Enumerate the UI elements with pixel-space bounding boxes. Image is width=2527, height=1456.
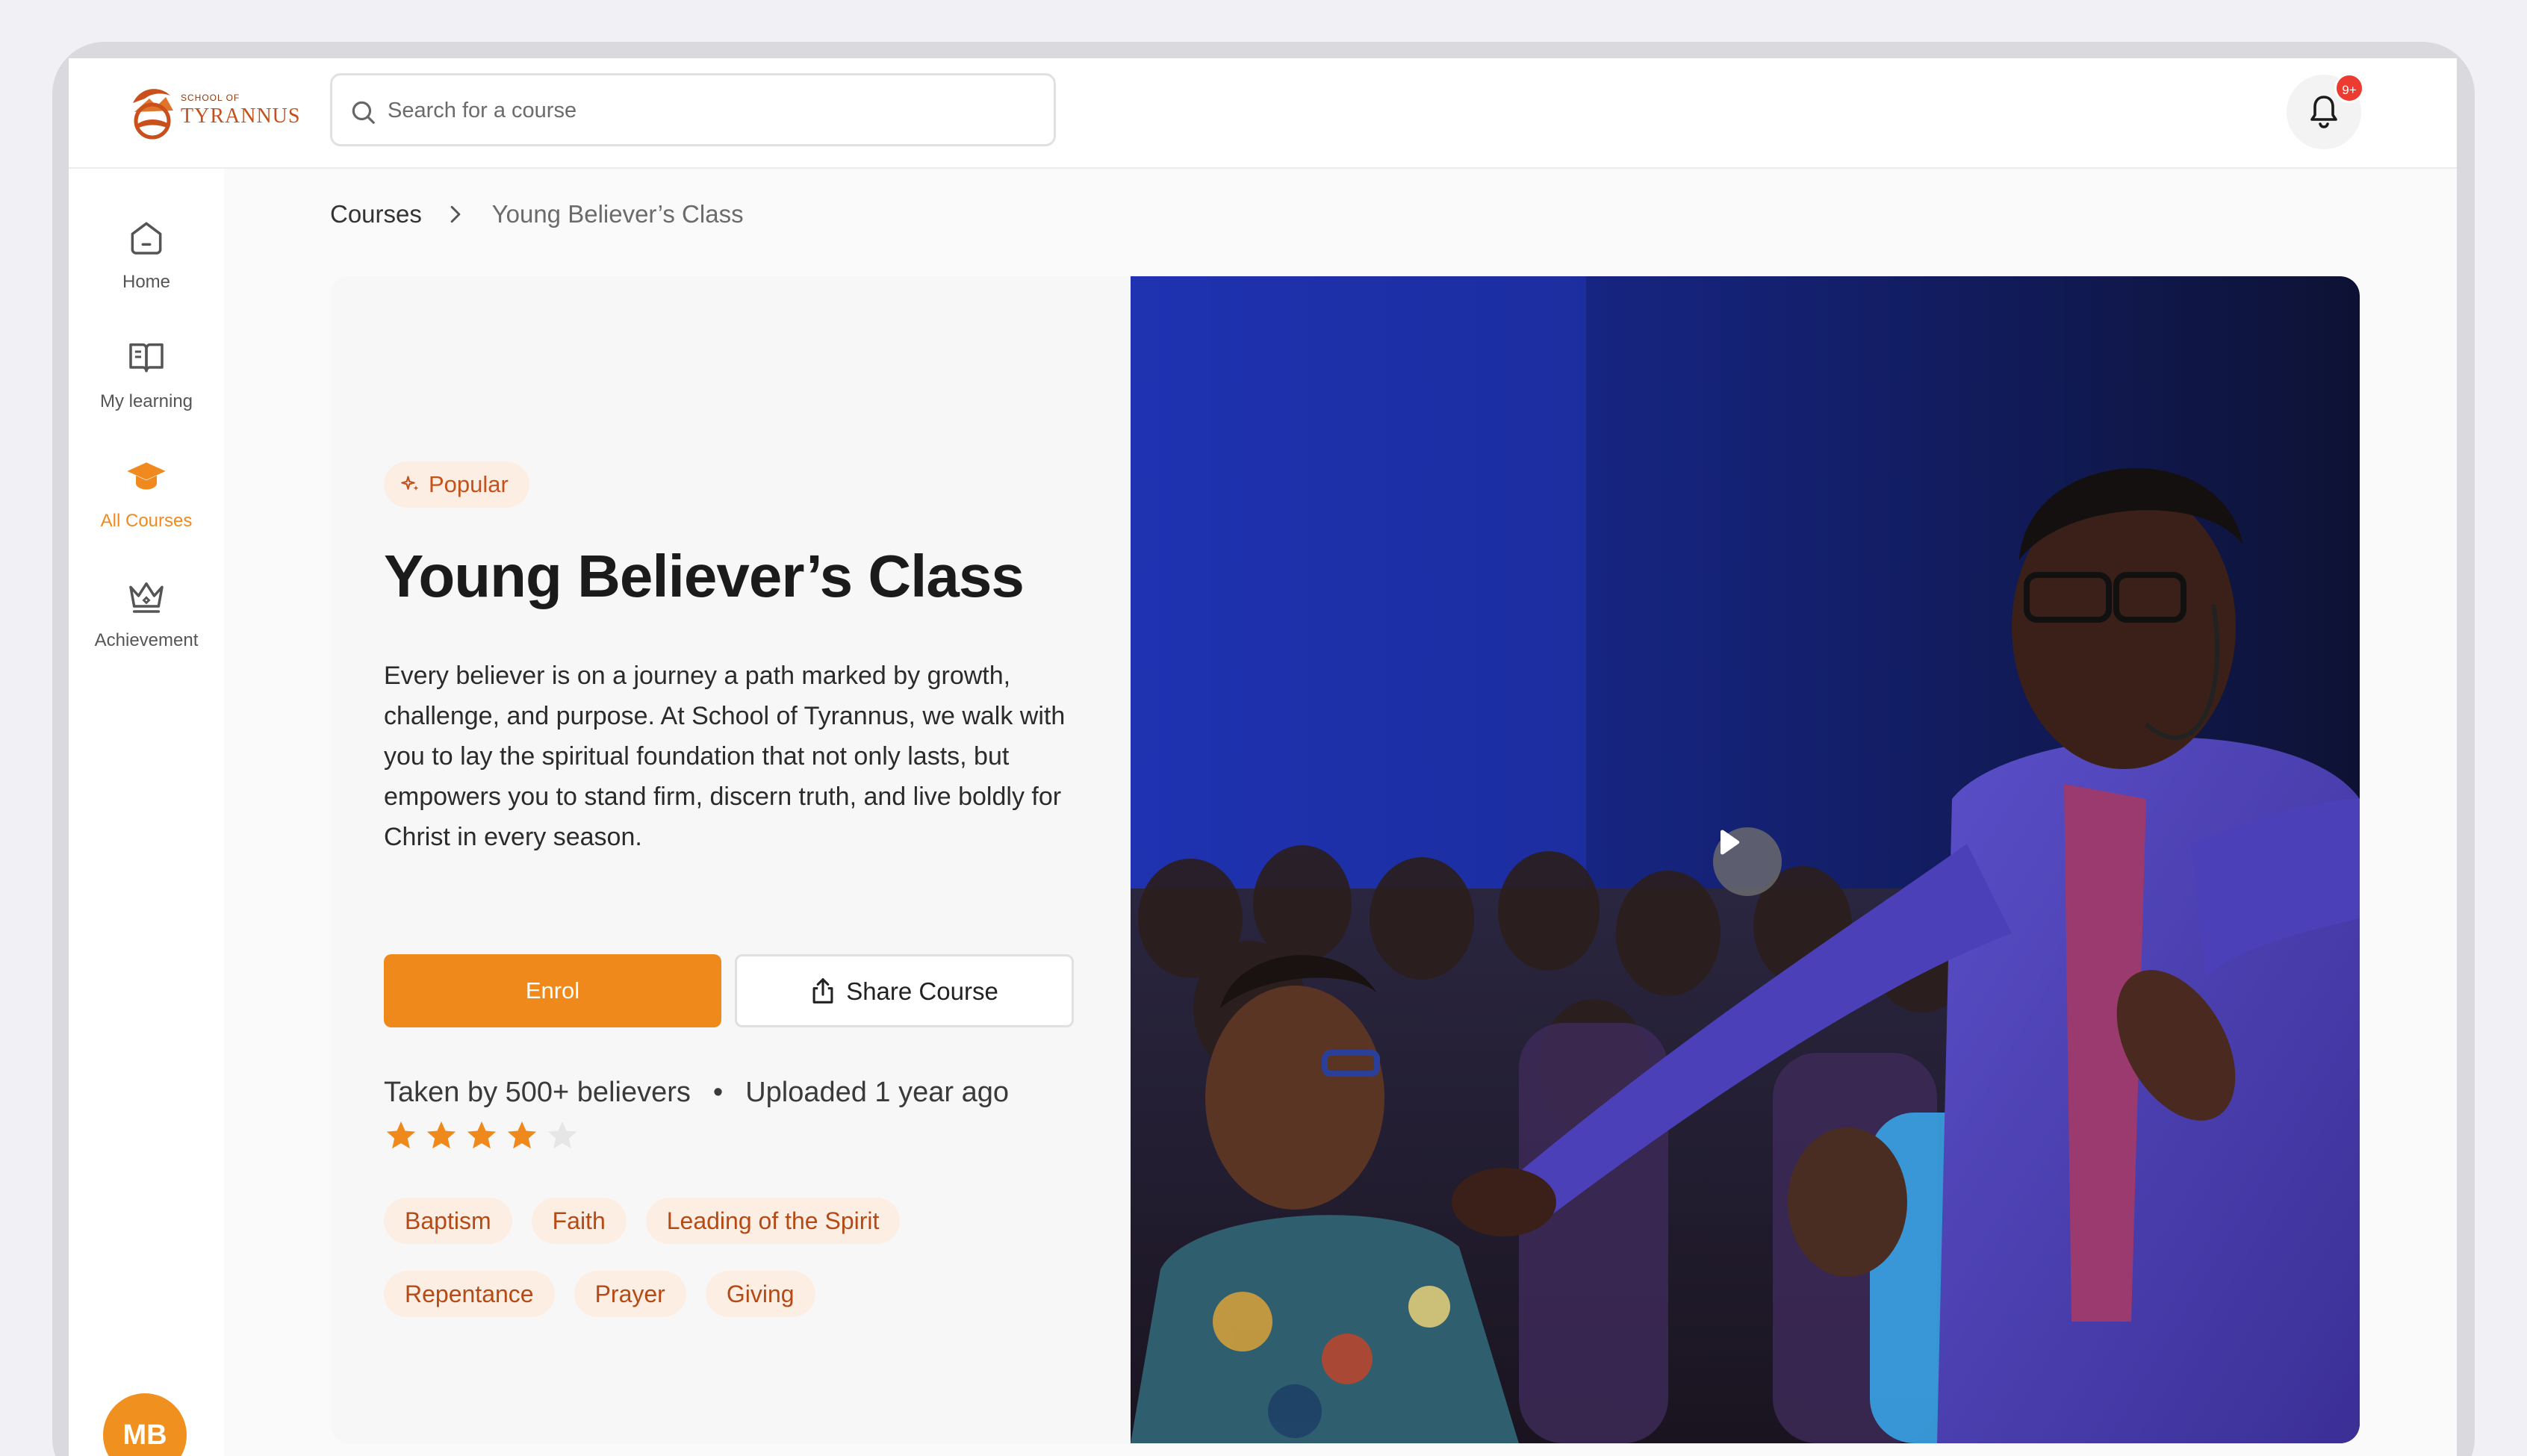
meta-separator: • [712,1077,724,1108]
search-icon [352,101,375,124]
tag-list: Repentance Prayer Giving [384,1271,835,1317]
breadcrumb-current: Young Believer’s Class [491,200,744,228]
share-course-button[interactable]: Share Course [735,954,1074,1027]
logo-text-small: SCHOOL OF [181,93,240,103]
course-hero-image[interactable] [1131,276,2360,1443]
star-filled-icon [386,1121,416,1149]
user-avatar[interactable]: MB [103,1393,187,1456]
sidebar-item-my-learning[interactable]: My learning [69,336,224,441]
share-icon [812,977,833,1004]
enrolled-count: Taken by 500+ believers [384,1077,691,1108]
logo-emblem-icon [133,89,173,140]
notifications-button[interactable]: 9+ [2287,73,2364,149]
search-box[interactable] [330,73,1056,146]
course-meta: Taken by 500+ believers • Uploaded 1 year … [384,1077,1009,1109]
course-title: Young Believer’s Class [384,543,1025,609]
bell-icon [2310,96,2337,128]
logo-text: TYRANNUS [181,105,301,128]
enrol-button[interactable]: Enrol [384,954,721,1027]
sparkle-icon [401,476,419,491]
course-description: Every believer is on a journey a path ma… [384,662,1066,851]
sidebar: Home My learning All Courses Achievement… [69,169,224,1456]
sidebar-item-all-courses[interactable]: All Courses [69,455,224,560]
top-bar: SCHOOL OF TYRANNUS 9+ [69,58,2457,169]
sidebar-item-label: My learning [99,391,193,411]
graduation-cap-icon [127,462,166,490]
popular-badge-label: Popular [429,471,509,497]
sidebar-item-label: All Courses [100,511,193,531]
sidebar-item-achievement[interactable]: Achievement [69,575,224,679]
home-icon [131,222,162,255]
tag-list: Baptism Faith Leading of the Spirit [384,1198,919,1244]
school-logo[interactable]: SCHOOL OF TYRANNUS [127,82,299,145]
breadcrumb: Courses Young Believer’s Class [330,200,744,233]
share-course-label: Share Course [846,977,998,1005]
course-card: Popular Young Believer’s Class Every bel… [330,276,2360,1443]
book-icon [129,343,164,373]
sidebar-item-home[interactable]: Home [69,217,224,321]
sidebar-item-label: Home [122,272,171,292]
rating-stars [384,1119,585,1157]
star-filled-icon [507,1121,537,1149]
topic-tag[interactable]: Giving [705,1271,815,1317]
play-icon [1721,830,1740,855]
topic-tag[interactable]: Faith [531,1198,627,1244]
popular-badge: Popular [384,461,529,508]
topic-tag[interactable]: Repentance [384,1271,555,1317]
star-empty-icon [547,1121,577,1149]
star-filled-icon [426,1121,456,1149]
topic-tag[interactable]: Leading of the Spirit [645,1198,901,1244]
star-filled-icon [467,1121,497,1149]
topic-tag[interactable]: Prayer [574,1271,686,1317]
breadcrumb-courses-link[interactable]: Courses [330,200,422,228]
chevron-right-icon [450,205,461,223]
play-video-button[interactable] [1713,827,1782,896]
crown-icon [129,582,164,613]
notification-badge: 9+ [2334,73,2364,103]
search-input[interactable] [388,89,1030,132]
upload-date: Uploaded 1 year ago [745,1077,1010,1108]
app-screen: SCHOOL OF TYRANNUS 9+ Home [69,58,2457,1456]
sidebar-item-label: Achievement [94,630,199,650]
topic-tag[interactable]: Baptism [384,1198,512,1244]
